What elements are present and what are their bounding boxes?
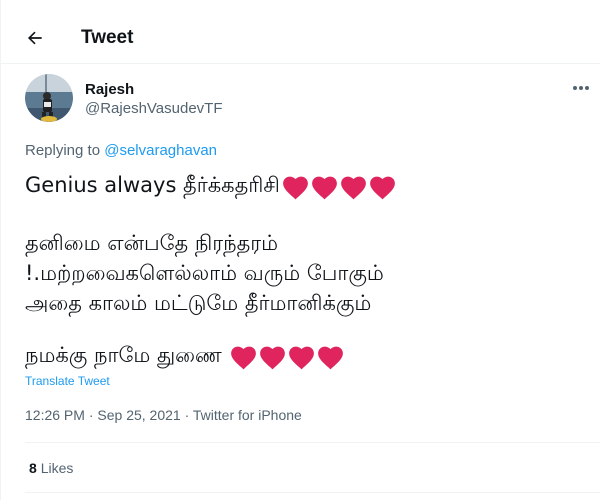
red-heart-icon	[318, 346, 344, 369]
tweet-text-line-4: அதை காலம் மட்டுமே தீர்மானிக்கும்	[25, 291, 372, 315]
tweet-page: Tweet Rajesh @RajeshVasudevTF Replying t…	[0, 0, 600, 500]
avatar[interactable]	[25, 74, 73, 122]
red-heart-icon	[282, 176, 308, 199]
tweet-meta: 12:26 PM · Sep 25, 2021 · Twitter for iP…	[25, 406, 302, 424]
red-heart-icon	[369, 176, 395, 199]
tweet-text-line-2: தனிமை என்பதே நிரந்தரம்	[25, 231, 279, 255]
divider	[25, 442, 600, 443]
author-name[interactable]: Rajesh	[85, 81, 134, 99]
likes-label: Likes	[40, 460, 74, 476]
replying-to-label: Replying to	[25, 142, 105, 159]
red-heart-icon	[289, 346, 315, 369]
tweet-line-1-text: Genius always தீர்க்கதரிசி	[25, 173, 280, 197]
tweet-line-5-text: நமக்கு நாமே துணை	[25, 343, 222, 367]
red-heart-icon	[340, 176, 366, 199]
red-heart-icon	[231, 346, 257, 369]
reply-mention-link[interactable]: @selvaraghavan	[104, 142, 217, 159]
arrow-left-icon	[27, 31, 42, 45]
likes-count: 8	[29, 460, 37, 476]
heart-emoji-group	[230, 341, 346, 371]
tweet-source[interactable]: Twitter for iPhone	[193, 407, 302, 423]
meta-separator: ·	[84, 407, 98, 423]
tweet-text-line-3: !.மற்றவைகளெல்லாம் வரும் போகும்	[25, 261, 384, 285]
divider	[25, 492, 600, 493]
red-heart-icon	[311, 176, 337, 199]
meta-separator: ·	[180, 407, 193, 423]
profile-photo	[25, 74, 73, 122]
back-button[interactable]	[19, 22, 51, 54]
red-heart-icon	[260, 346, 286, 369]
tweet-text-line-1: Genius always தீர்க்கதரிசி	[25, 170, 398, 201]
more-button[interactable]	[567, 78, 595, 98]
replying-to: Replying to @selvaraghavan	[25, 142, 217, 160]
tweet-date[interactable]: Sep 25, 2021	[97, 407, 180, 423]
tweet-time[interactable]: 12:26 PM	[25, 407, 85, 423]
header-bar: Tweet	[1, 10, 600, 64]
translate-tweet-link[interactable]: Translate Tweet	[25, 373, 110, 389]
author-handle[interactable]: @RajeshVasudevTF	[85, 100, 223, 118]
heart-emoji-group	[282, 171, 398, 201]
more-horizontal-icon	[573, 86, 589, 90]
tweet-text-line-5: நமக்கு நாமே துணை	[25, 340, 346, 371]
likes-count-link[interactable]: 8 Likes	[29, 459, 73, 477]
page-title: Tweet	[81, 27, 134, 48]
